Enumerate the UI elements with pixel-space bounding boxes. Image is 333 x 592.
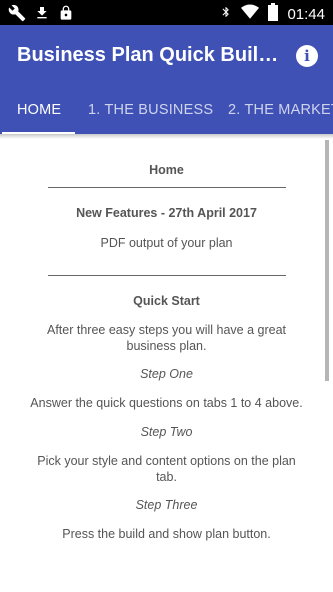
tab-bar: HOME 1. THE BUSINESS 2. THE MARKET bbox=[0, 88, 333, 134]
divider bbox=[48, 275, 286, 276]
status-clock: 01:44 bbox=[287, 6, 325, 23]
step-three-text: Press the build and show plan button. bbox=[62, 527, 271, 541]
step-three-title: Step Three bbox=[135, 498, 198, 512]
scrollbar[interactable] bbox=[325, 140, 329, 381]
step-two-text: Pick your style and content options on t… bbox=[37, 454, 296, 484]
wifi-icon bbox=[241, 4, 260, 25]
new-features-heading: New Features - 27th April 2017 bbox=[76, 206, 257, 220]
step-one-text: Answer the quick questions on tabs 1 to … bbox=[30, 396, 303, 410]
home-heading: Home bbox=[149, 163, 184, 177]
bluetooth-icon bbox=[220, 3, 232, 26]
new-features-text: PDF output of your plan bbox=[100, 236, 233, 250]
info-icon[interactable]: i bbox=[296, 45, 318, 67]
divider bbox=[48, 187, 286, 188]
tab-the-business[interactable]: 1. THE BUSINESS bbox=[88, 88, 213, 134]
tab-the-market[interactable]: 2. THE MARKET bbox=[228, 88, 333, 134]
wrench-icon bbox=[8, 4, 26, 27]
app-title: Business Plan Quick Build… bbox=[17, 44, 279, 66]
tab-home[interactable]: HOME bbox=[17, 88, 61, 134]
home-content: Home New Features - 27th April 2017 PDF … bbox=[0, 139, 333, 592]
quick-start-intro: After three easy steps you will have a g… bbox=[46, 323, 286, 353]
app-bar: Business Plan Quick Build… i bbox=[0, 25, 333, 88]
quick-start-heading: Quick Start bbox=[133, 294, 200, 308]
status-bar: 01:44 bbox=[0, 0, 333, 25]
step-two-title: Step Two bbox=[140, 425, 193, 439]
status-bar-notifications bbox=[8, 4, 74, 27]
step-one-title: Step One bbox=[140, 367, 193, 381]
battery-icon bbox=[268, 3, 279, 26]
download-icon bbox=[34, 4, 50, 27]
status-bar-system: 01:44 bbox=[220, 3, 325, 26]
lock-icon bbox=[58, 4, 74, 27]
